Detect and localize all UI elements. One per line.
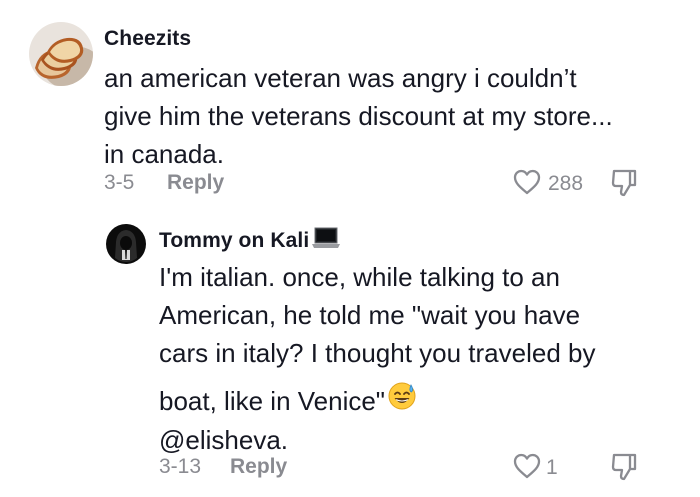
reply-reply-button[interactable]: Reply [230, 455, 287, 479]
laptop-icon [311, 227, 341, 255]
reply-text: I'm italian. once, while talking to an A… [159, 258, 679, 459]
comment-username[interactable]: Cheezits [104, 27, 191, 51]
comment-text-line: in canada. [104, 139, 224, 169]
avatar-cheezits[interactable] [29, 22, 93, 86]
reply-like-count: 1 [546, 456, 558, 479]
reply-text-line-with-emoji: boat, like in Venice" [159, 381, 679, 421]
comment-text: an american veteran was angry i couldn’t… [104, 59, 684, 173]
reply-text-line: boat, like in Venice" [159, 386, 386, 416]
reply-text-line: @elisheva. [159, 425, 289, 455]
comment-like-count: 288 [548, 172, 584, 195]
dislike-icon[interactable] [610, 168, 638, 198]
avatar-tommy[interactable] [106, 224, 146, 264]
comment-text-line: give him the veterans discount at my sto… [104, 101, 613, 131]
comment-reply-button[interactable]: Reply [167, 171, 224, 195]
dislike-icon[interactable] [610, 452, 638, 482]
heart-icon[interactable] [512, 168, 542, 196]
hooded-figure-avatar [106, 224, 146, 264]
reply-date: 3-13 [159, 455, 202, 478]
sweat-smile-emoji [387, 381, 417, 421]
heart-icon[interactable] [512, 452, 542, 480]
bread-slices-avatar [29, 22, 93, 86]
reply-username[interactable]: Tommy on Kali [159, 227, 341, 255]
reply-text-line: cars in italy? I thought you traveled by [159, 338, 596, 368]
comment-date: 3-5 [104, 171, 135, 194]
comment-text-line: an american veteran was angry i couldn’t [104, 63, 577, 93]
reply-text-line: I'm italian. once, while talking to an [159, 262, 560, 292]
reply-username-text: Tommy on Kali [159, 229, 310, 252]
reply-text-line: American, he told me "wait you have [159, 300, 581, 330]
